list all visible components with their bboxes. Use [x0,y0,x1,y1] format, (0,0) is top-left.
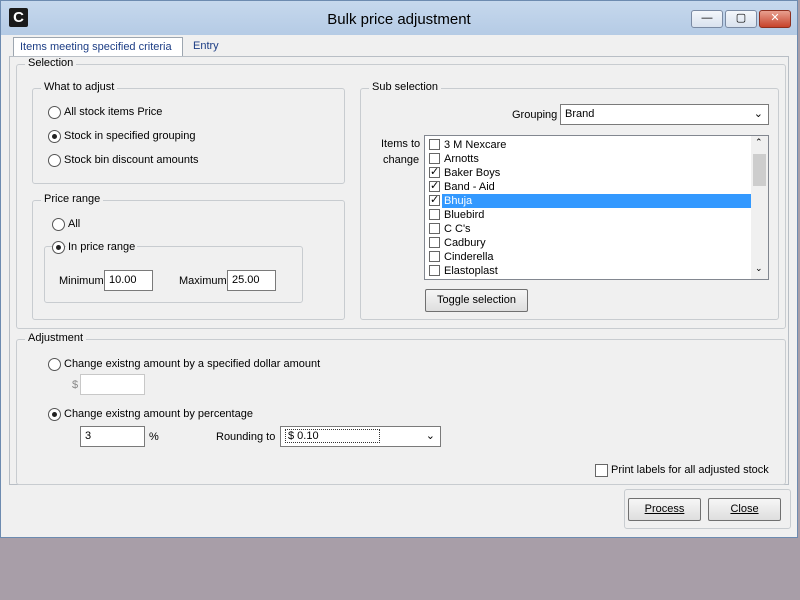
maximum-label: Maximum [179,275,227,287]
chevron-down-icon: ⌄ [753,108,763,120]
item-label: Cadbury [444,237,486,249]
grouping-label: Grouping [512,109,558,121]
close-window-button[interactable]: ✕ [759,10,791,28]
price-range-legend: Price range [41,193,104,205]
bulk-price-window: C Bulk price adjustment — ▢ ✕ Items meet… [0,0,798,538]
item-checkbox[interactable]: ✓ [429,195,440,206]
item-label: Bluebird [444,209,485,221]
grouping-select-value: Brand [565,108,595,120]
title-bar[interactable]: C Bulk price adjustment — ▢ ✕ [1,1,797,35]
print-labels-label: Print labels for all adjusted stock [611,464,769,476]
item-checkbox[interactable]: ✓ [429,181,440,192]
list-item[interactable]: Arnotts [425,152,751,166]
list-item[interactable]: 3 M Nexcare [425,138,751,152]
list-item[interactable]: Cadbury [425,236,751,250]
radio-bin-discount-label: Stock bin discount amounts [64,154,199,166]
item-label: Cinderella [444,251,494,263]
what-to-adjust-legend: What to adjust [41,81,118,93]
list-item[interactable]: Cinderella [425,250,751,264]
item-checkbox[interactable] [429,265,440,276]
rounding-label: Rounding to [216,431,276,443]
radio-dollar-amount[interactable] [48,358,61,371]
list-scrollbar[interactable]: ⌃ ⌄ [751,136,768,279]
radio-price-all[interactable] [52,218,65,231]
dollar-prefix: $ [72,379,79,391]
radio-percentage-label: Change existng amount by percentage [64,408,253,420]
items-to-change-label-2: change [383,154,420,166]
selection-legend: Selection [25,57,77,69]
scrollbar-thumb[interactable] [753,154,766,186]
close-button-label: Close [730,503,759,515]
percentage-input[interactable]: 3 [80,426,145,447]
item-checkbox[interactable] [429,223,440,234]
sub-selection-legend: Sub selection [369,81,442,93]
radio-in-price-range[interactable] [52,241,65,254]
chevron-down-icon: ⌄ [425,430,435,442]
items-to-change-label-1: Items to [381,138,421,150]
list-item[interactable]: Bluebird [425,208,751,222]
item-checkbox[interactable] [429,251,440,262]
radio-specified-grouping[interactable] [48,130,61,143]
list-item[interactable]: ✓ Band - Aid [425,180,751,194]
item-checkbox[interactable] [429,237,440,248]
list-item[interactable]: Elastoplast [425,264,751,278]
item-checkbox[interactable]: ✓ [429,167,440,178]
list-item[interactable]: C C's [425,222,751,236]
close-button[interactable]: Close [708,498,781,521]
tab-items-criteria[interactable]: Items meeting specified criteria [13,37,183,57]
chevron-up-icon[interactable]: ⌃ [755,137,763,148]
print-labels-checkbox[interactable] [595,464,608,477]
list-item[interactable]: ✓ Baker Boys [425,166,751,180]
adjustment-legend: Adjustment [25,332,87,344]
window-title: Bulk price adjustment [327,11,471,28]
grouping-select[interactable]: Brand ⌄ [560,104,769,125]
tab-entry[interactable]: Entry [187,37,237,57]
toggle-selection-button[interactable]: Toggle selection [425,289,528,312]
radio-specified-grouping-label: Stock in specified grouping [64,130,196,142]
minimum-label: Minimum [59,275,104,287]
maximum-input[interactable]: 25.00 [227,270,276,291]
radio-price-all-label: All [68,218,81,230]
items-listbox[interactable]: 3 M Nexcare Arnotts ✓ Baker Boys ✓ Band … [424,135,769,280]
radio-in-price-range-label: In price range [66,241,138,253]
item-label: Elastoplast [444,265,498,277]
minimum-input[interactable]: 10.00 [104,270,153,291]
dollar-amount-input[interactable] [80,374,145,395]
chevron-down-icon[interactable]: ⌄ [755,263,763,274]
radio-percentage[interactable] [48,408,61,421]
process-button[interactable]: Process [628,498,701,521]
item-label: Arnotts [444,153,479,165]
item-label: Bhuja [442,194,751,208]
rounding-select-value: $ 0.10 [285,429,380,443]
radio-all-stock[interactable] [48,106,61,119]
item-checkbox[interactable] [429,209,440,220]
item-label: 3 M Nexcare [444,139,507,151]
item-label: C C's [444,223,471,235]
minimize-button[interactable]: — [691,10,723,28]
item-checkbox[interactable] [429,153,440,164]
radio-bin-discount[interactable] [48,154,61,167]
maximize-button[interactable]: ▢ [725,10,757,28]
item-checkbox[interactable] [429,139,440,150]
rounding-select[interactable]: $ 0.10 ⌄ [280,426,441,447]
process-button-label: Process [644,503,685,515]
item-label: Band - Aid [444,181,495,193]
percent-suffix: % [149,431,159,443]
item-label: Baker Boys [444,167,501,179]
radio-dollar-amount-label: Change existng amount by a specified dol… [64,358,321,370]
list-item[interactable]: ✓ Bhuja [425,194,751,208]
radio-all-stock-label: All stock items Price [64,106,163,118]
